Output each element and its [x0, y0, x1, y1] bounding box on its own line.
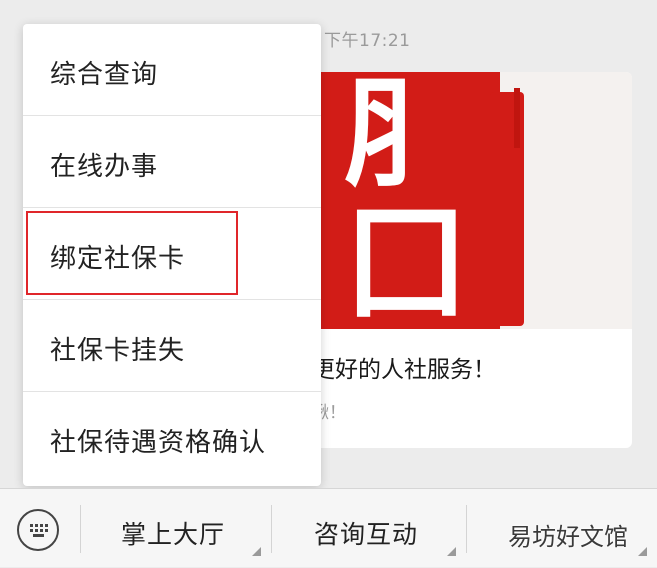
red-seal-mark [514, 88, 520, 148]
tab-consult[interactable]: 咨询互动 [272, 489, 466, 568]
article-card[interactable]: ⺼ ⼞ 更好的人社服务！ 啾！ [300, 72, 632, 448]
menu-item-online-service[interactable]: 在线办事 [23, 116, 321, 208]
seal-glyph-bottom: ⼞ [346, 193, 466, 329]
article-cover-image: ⺼ ⼞ [300, 72, 632, 329]
menu-item-report-lost[interactable]: 社保卡挂失 [23, 300, 321, 392]
keyboard-toggle-button[interactable] [0, 489, 80, 568]
menu-item-label: 社保卡挂失 [50, 336, 186, 366]
tab-hall[interactable]: 掌上大厅 [81, 489, 271, 568]
tab-label: 咨询互动 [314, 520, 419, 549]
seal-glyph-top: ⺼ [344, 72, 464, 204]
submenu-indicator-icon [638, 547, 647, 556]
menu-item-label: 综合查询 [50, 60, 159, 90]
menu-item-eligibility-confirm[interactable]: 社保待遇资格确认 [23, 392, 321, 486]
highlight-box [26, 211, 238, 295]
menu-item-label: 社保待遇资格确认 [50, 428, 267, 458]
menu-item-query[interactable]: 综合查询 [23, 24, 321, 116]
menu-item-label: 在线办事 [50, 152, 159, 182]
tab-label: 掌上大厅 [121, 520, 226, 549]
message-timestamp: 下午17:21 [324, 31, 411, 51]
submenu-indicator-icon [252, 547, 261, 556]
article-title: 更好的人社服务！ [312, 357, 496, 383]
keyboard-icon [17, 509, 59, 551]
submenu-indicator-icon [447, 547, 456, 556]
watermark-text: 易坊好文馆 [508, 523, 628, 551]
